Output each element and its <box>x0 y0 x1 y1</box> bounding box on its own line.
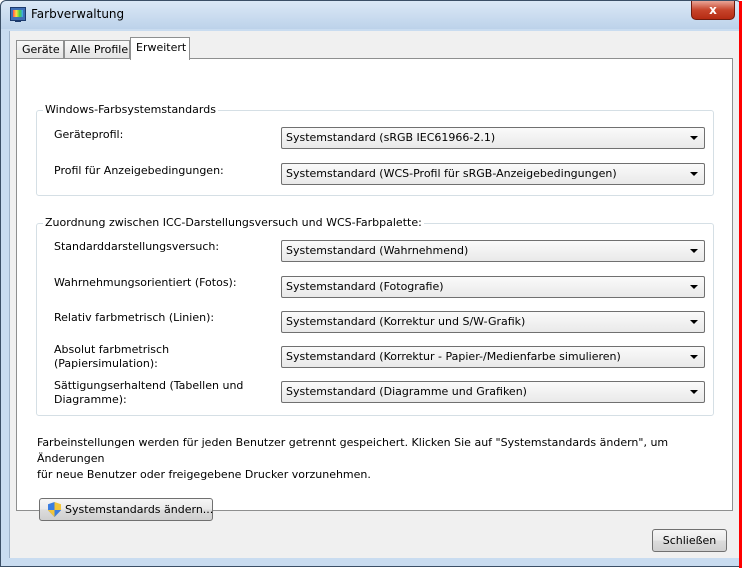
device-profile-dropdown[interactable]: Systemstandard (sRGB IEC61966-2.1) <box>281 127 705 149</box>
device-profile-label: Geräteprofil: <box>54 128 124 141</box>
absolute-colorimetric-value: Systemstandard (Korrektur - Papier-/Medi… <box>286 350 621 363</box>
info-text-line: für neue Benutzer oder freigegebene Druc… <box>37 468 371 481</box>
saturation-dropdown[interactable]: Systemstandard (Diagramme und Grafiken) <box>281 381 705 403</box>
chevron-down-icon <box>690 320 698 324</box>
window-title: Farbverwaltung <box>31 7 125 21</box>
change-system-defaults-button[interactable]: Systemstandards ändern... <box>39 498 213 521</box>
label-line: (Papiersimulation): <box>54 357 158 370</box>
group-legend-windows-defaults: Windows-Farbsystemstandards <box>43 103 218 116</box>
chevron-down-icon <box>690 390 698 394</box>
close-button[interactable]: Schließen <box>652 529 727 552</box>
tab-advanced[interactable]: Erweitert <box>130 37 190 60</box>
label-line: Absolut farbmetrisch <box>54 343 170 356</box>
absolute-colorimetric-label: Absolut farbmetrisch (Papiersimulation): <box>54 343 169 371</box>
info-text: Farbeinstellungen werden für jeden Benut… <box>37 435 727 483</box>
chevron-down-icon <box>690 136 698 140</box>
chevron-down-icon <box>690 285 698 289</box>
color-management-icon <box>10 7 26 22</box>
default-rendering-intent-value: Systemstandard (Wahrnehmend) <box>286 244 469 257</box>
perceptual-label: Wahrnehmungsorientiert (Fotos): <box>54 276 237 290</box>
label-line: Sättigungserhaltend (Tabellen und <box>54 379 244 392</box>
perceptual-dropdown[interactable]: Systemstandard (Fotografie) <box>281 276 705 298</box>
group-legend-icc-mapping: Zuordnung zwischen ICC-Darstellungsversu… <box>43 216 424 229</box>
label-line: Relativ farbmetrisch (Linien): <box>54 311 215 324</box>
info-text-line: Farbeinstellungen werden für jeden Benut… <box>37 436 669 465</box>
label-line: Standarddarstellungsversuch: <box>54 240 220 253</box>
tab-devices[interactable]: Geräte <box>16 40 64 59</box>
absolute-colorimetric-dropdown[interactable]: Systemstandard (Korrektur - Papier-/Medi… <box>281 346 705 368</box>
relative-colorimetric-label: Relativ farbmetrisch (Linien): <box>54 311 214 325</box>
viewing-conditions-value: Systemstandard (WCS-Profil für sRGB-Anze… <box>286 167 617 180</box>
label-line: Wahrnehmungsorientiert (Fotos): <box>54 276 237 289</box>
saturation-value: Systemstandard (Diagramme und Grafiken) <box>286 385 527 398</box>
title-bar[interactable]: Farbverwaltung x <box>1 1 741 29</box>
app-window: Farbverwaltung x Geräte Alle Profile Erw… <box>0 0 742 568</box>
dialog-client-area: Geräte Alle Profile Erweitert Windows-Fa… <box>9 31 739 558</box>
default-rendering-intent-label: Standarddarstellungsversuch: <box>54 240 219 254</box>
chevron-down-icon <box>690 249 698 253</box>
advanced-tab-panel: Windows-Farbsystemstandards Geräteprofil… <box>16 58 733 521</box>
device-profile-value: Systemstandard (sRGB IEC61966-2.1) <box>286 131 496 144</box>
tab-all-profiles[interactable]: Alle Profile <box>64 40 130 59</box>
change-system-defaults-label: Systemstandards ändern... <box>65 503 214 516</box>
saturation-label: Sättigungserhaltend (Tabellen und Diagra… <box>54 379 243 407</box>
relative-colorimetric-value: Systemstandard (Korrektur und S/W-Grafik… <box>286 315 526 328</box>
uac-shield-icon <box>48 502 61 517</box>
viewing-conditions-dropdown[interactable]: Systemstandard (WCS-Profil für sRGB-Anze… <box>281 163 705 185</box>
viewing-conditions-label: Profil für Anzeigebedingungen: <box>54 164 224 177</box>
windows-color-defaults-group: Windows-Farbsystemstandards Geräteprofil… <box>36 103 714 196</box>
chevron-down-icon <box>690 172 698 176</box>
window-close-button[interactable]: x <box>691 1 735 20</box>
icc-wcs-mapping-group: Zuordnung zwischen ICC-Darstellungsversu… <box>36 216 714 416</box>
label-line: Diagramme): <box>54 393 127 406</box>
relative-colorimetric-dropdown[interactable]: Systemstandard (Korrektur und S/W-Grafik… <box>281 311 705 333</box>
chevron-down-icon <box>690 355 698 359</box>
default-rendering-intent-dropdown[interactable]: Systemstandard (Wahrnehmend) <box>281 240 705 262</box>
perceptual-value: Systemstandard (Fotografie) <box>286 280 444 293</box>
